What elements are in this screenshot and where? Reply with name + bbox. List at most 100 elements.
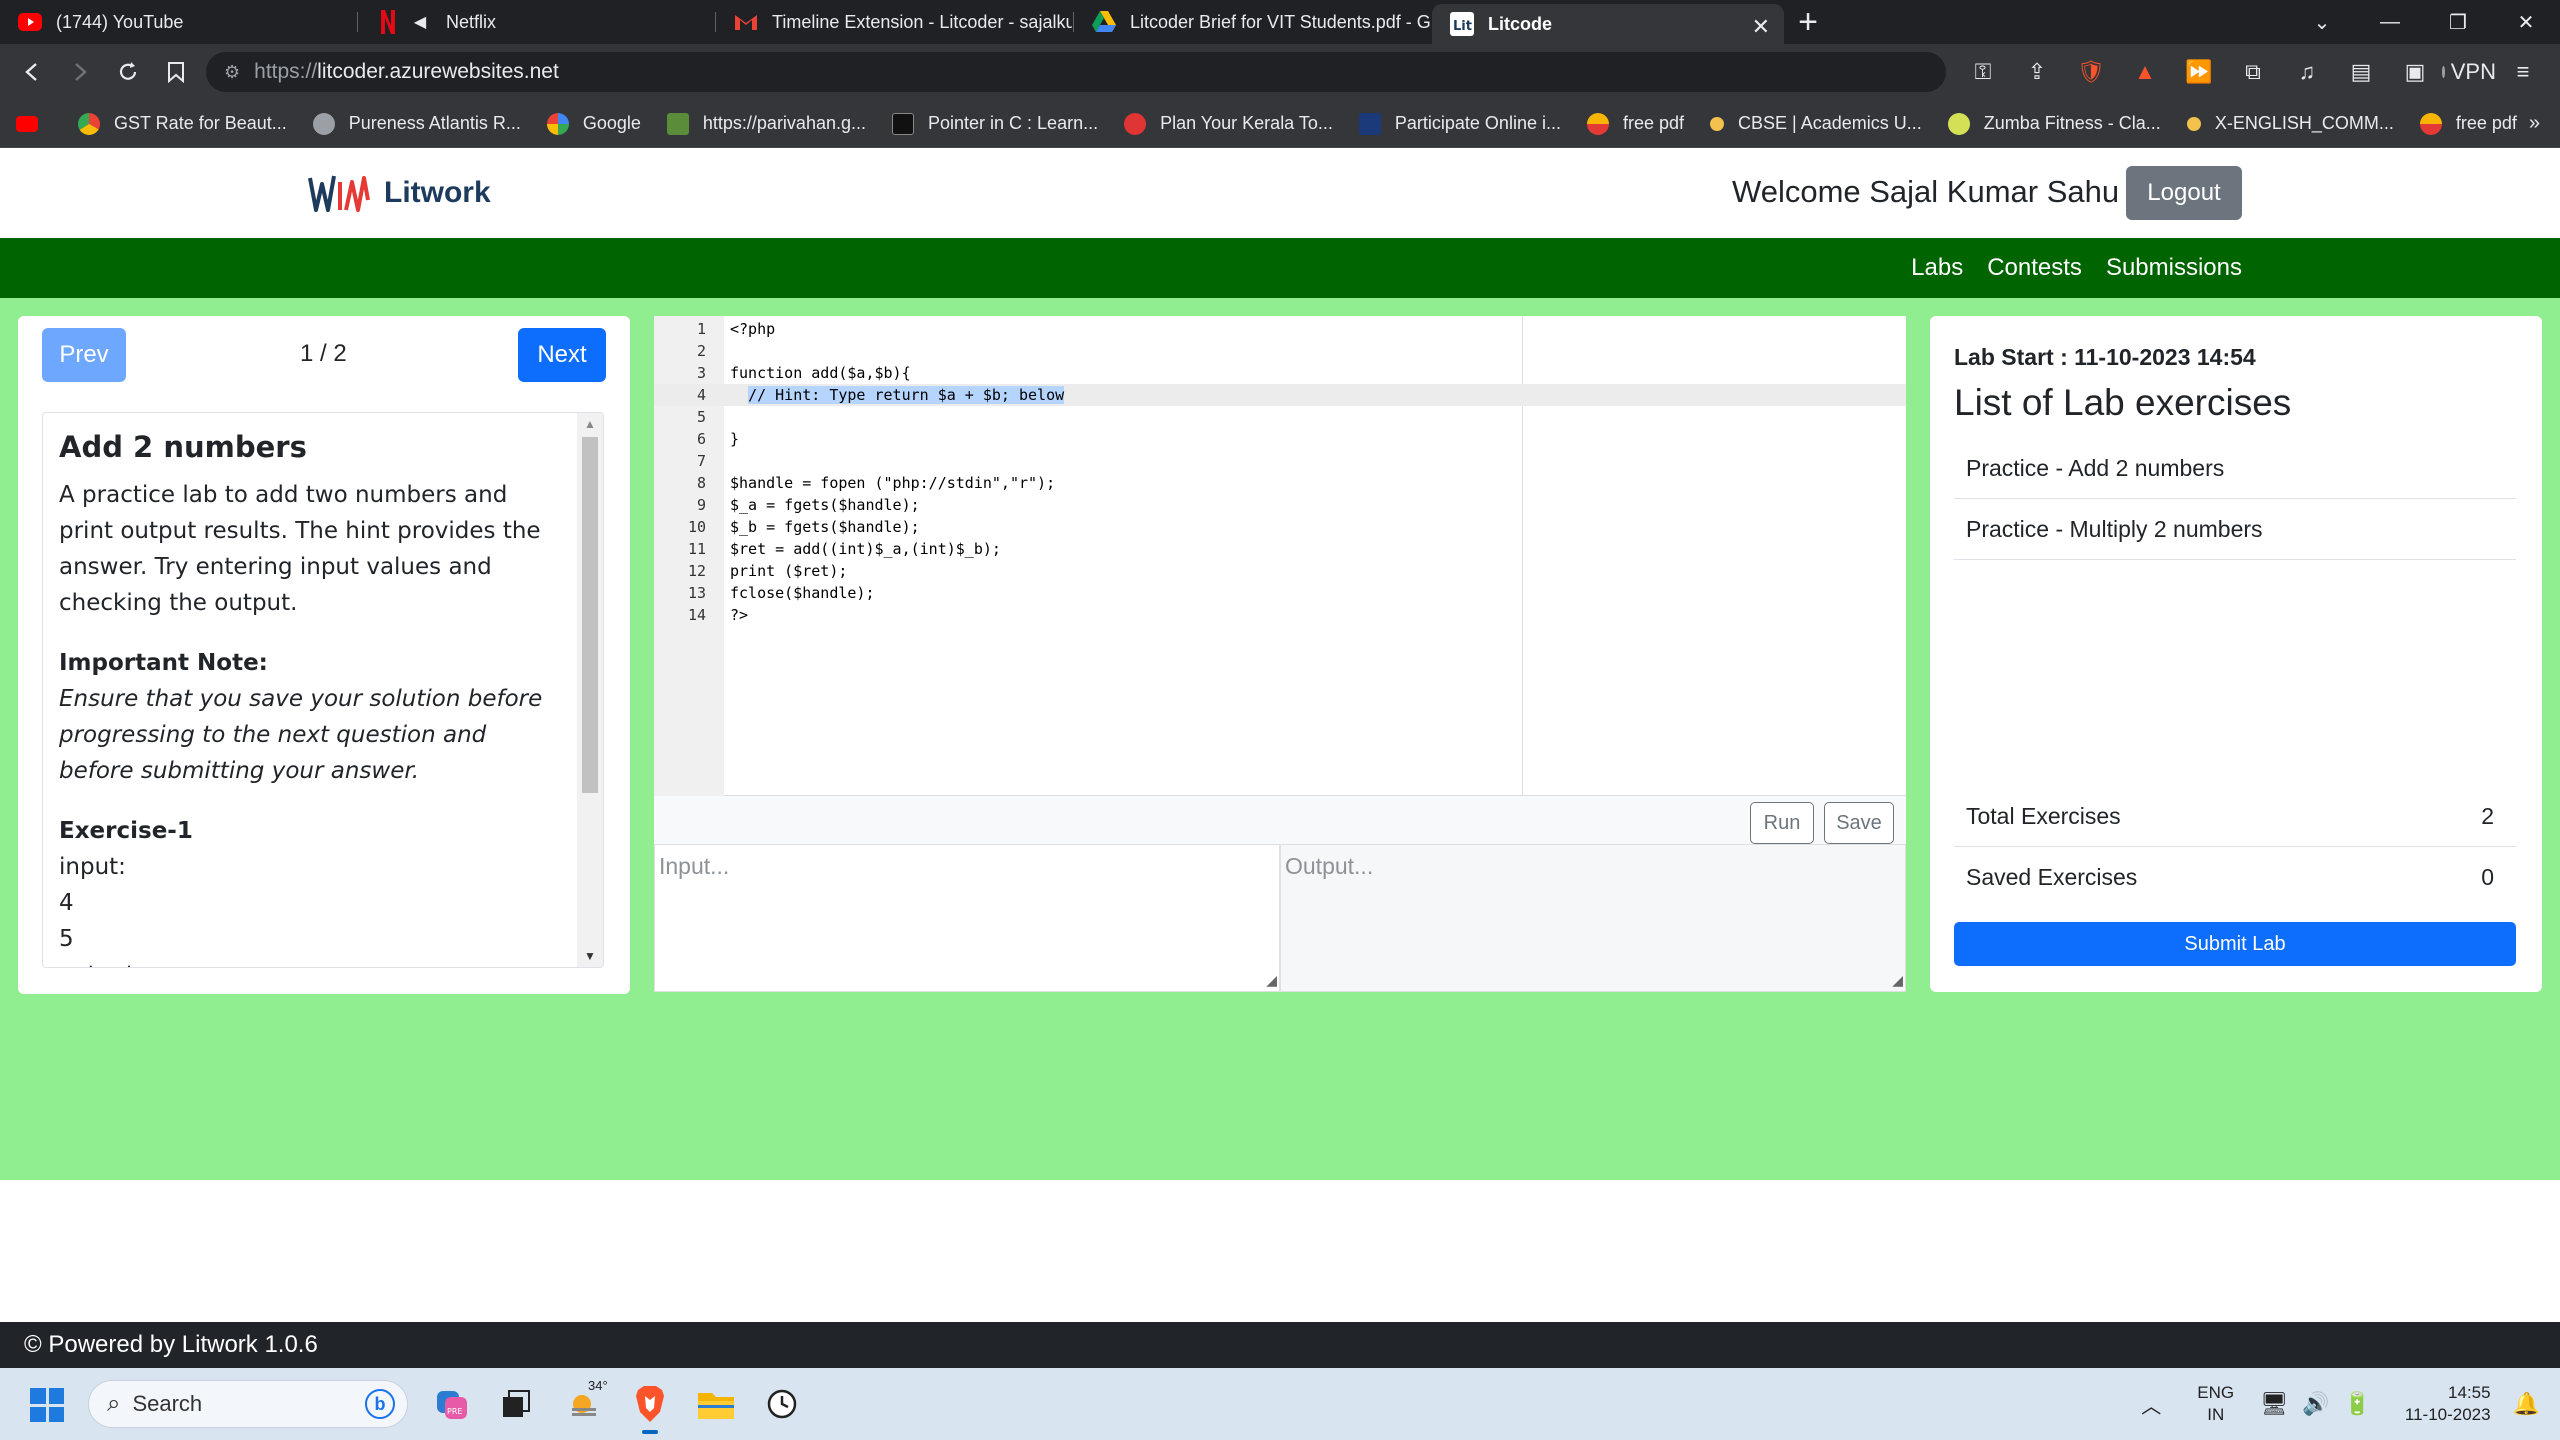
close-tab-icon[interactable]: ✕: [1752, 14, 1770, 40]
bookmark-item[interactable]: GST Rate for Beaut...: [78, 112, 287, 135]
save-button[interactable]: Save: [1824, 802, 1894, 844]
bookmark-item[interactable]: X-ENGLISH_COMM...: [2186, 113, 2394, 134]
speaker-icon[interactable]: ◀: [408, 10, 432, 34]
bing-icon[interactable]: b: [365, 1389, 395, 1419]
problem-description[interactable]: Add 2 numbers A practice lab to add two …: [42, 412, 604, 968]
submit-lab-button[interactable]: Submit Lab: [1954, 922, 2516, 966]
bookmark-youtube[interactable]: [16, 115, 52, 132]
resize-handle-icon[interactable]: ◢: [1892, 972, 1903, 989]
share-icon[interactable]: ⇪: [2010, 59, 2064, 85]
bookmark-item[interactable]: Zumba Fitness - Cla...: [1947, 112, 2161, 135]
exercise-item-multiply[interactable]: Practice - Multiply 2 numbers: [1954, 499, 2516, 560]
code-line[interactable]: 6}: [654, 428, 1906, 450]
media-icon[interactable]: ♫: [2280, 59, 2334, 85]
weather-icon[interactable]: 34°: [564, 1378, 608, 1424]
code-line[interactable]: 5: [654, 406, 1906, 428]
minimize-icon[interactable]: —: [2356, 11, 2424, 34]
tab-gmail[interactable]: Timeline Extension - Litcoder - sajalku: [716, 0, 1074, 44]
code-line[interactable]: 14 ?>: [654, 604, 1906, 626]
tray-overflow-chevron-icon[interactable]: ︿: [2141, 1390, 2161, 1419]
task-view-icon[interactable]: [496, 1384, 536, 1424]
nav-labs[interactable]: Labs: [1911, 254, 1963, 282]
code-line[interactable]: 4 // Hint: Type return $a + $b; below: [654, 384, 1906, 406]
resize-handle-icon[interactable]: ◢: [1266, 972, 1277, 989]
line-number: 9: [696, 496, 706, 514]
url-input[interactable]: ⚙ https:// litcoder.azurewebsites.net: [206, 52, 1946, 92]
key-icon[interactable]: ⚿: [1956, 59, 2010, 85]
run-button[interactable]: Run: [1750, 802, 1814, 844]
bookmark-label: free pdf: [1622, 113, 1685, 133]
bookmark-item[interactable]: Pointer in C : Learn...: [892, 112, 1098, 135]
description-scrollbar[interactable]: ▲ ▼: [577, 413, 603, 967]
code-editor[interactable]: 1 <?php 2 3 function add($a,$b){4 // Hint: T…: [654, 316, 1906, 796]
code-line[interactable]: 1 <?php: [654, 318, 1906, 340]
litwork-logo[interactable]: Litwork: [306, 170, 491, 216]
tab-google-drive[interactable]: Litcoder Brief for VIT Students.pdf - Gc: [1074, 0, 1432, 44]
taskbar-search[interactable]: ⌕ Search b: [88, 1380, 408, 1428]
new-tab-button[interactable]: +: [1784, 0, 1832, 44]
code-line[interactable]: 3 function add($a,$b){: [654, 362, 1906, 384]
taskbar-clock[interactable]: 14:55 11-10-2023: [2405, 1382, 2491, 1426]
restore-icon[interactable]: ❐: [2424, 10, 2492, 35]
output-textarea[interactable]: Output... ◢: [1280, 844, 1906, 992]
forward-icon[interactable]: [56, 48, 104, 96]
next-button[interactable]: Next: [518, 328, 606, 382]
exercise-item-add[interactable]: Practice - Add 2 numbers: [1954, 438, 2516, 499]
site-settings-icon[interactable]: ⚙: [224, 62, 240, 83]
bookmark-item[interactable]: CBSE | Academics U...: [1710, 113, 1922, 134]
input-textarea[interactable]: Input... ◢: [654, 844, 1280, 992]
scroll-down-icon[interactable]: ▼: [584, 949, 596, 963]
windows-start-icon[interactable]: [30, 1388, 64, 1422]
reload-icon[interactable]: [104, 48, 152, 96]
wallet-icon[interactable]: ▣: [2388, 59, 2442, 85]
clock-app-icon[interactable]: [762, 1384, 802, 1424]
sidebar-icon[interactable]: ▤: [2334, 59, 2388, 85]
bookmark-item[interactable]: Google: [546, 112, 641, 135]
more-bookmarks-icon[interactable]: »: [2529, 112, 2540, 135]
nav-submissions[interactable]: Submissions: [2106, 254, 2242, 282]
code-text: $_a = fgets($handle);: [730, 496, 920, 514]
tab-youtube[interactable]: (1744) YouTube: [0, 0, 358, 44]
code-line[interactable]: 11 $ret = add((int)$_a,(int)$_b);: [654, 538, 1906, 560]
volume-icon[interactable]: 🔊: [2302, 1391, 2329, 1417]
battery-icon[interactable]: 🔋: [2343, 1391, 2370, 1417]
tab-search-chevron-icon[interactable]: ⌄: [2288, 10, 2356, 35]
bookmark-item[interactable]: free pdf: [2419, 112, 2517, 135]
code-line[interactable]: 13 fclose($handle);: [654, 582, 1906, 604]
tab-netflix[interactable]: ◀ Netflix: [358, 0, 716, 44]
language-indicator[interactable]: ENG IN: [2197, 1382, 2234, 1426]
cbse-icon: [1710, 116, 1725, 131]
code-line[interactable]: 8 $handle = fopen ("php://stdin","r");: [654, 472, 1906, 494]
back-icon[interactable]: [8, 48, 56, 96]
bookmark-item[interactable]: free pdf: [1586, 112, 1685, 135]
nav-contests[interactable]: Contests: [1987, 254, 2082, 282]
file-explorer-icon[interactable]: [696, 1384, 736, 1424]
tab-title: Litcode: [1488, 13, 1553, 34]
code-line[interactable]: 7: [654, 450, 1906, 472]
brave-shield-icon[interactable]: 🛡: [2064, 59, 2118, 85]
bookmark-item[interactable]: Plan Your Kerala To...: [1124, 112, 1333, 135]
bookmark-item[interactable]: Pureness Atlantis R...: [312, 112, 521, 135]
extensions-icon[interactable]: ⧉: [2226, 59, 2280, 85]
network-icon[interactable]: 🖥: [2260, 1391, 2288, 1417]
tab-litcode[interactable]: Lit Litcode ✕: [1432, 4, 1784, 44]
prev-button[interactable]: Prev: [42, 328, 126, 382]
scroll-thumb[interactable]: [582, 437, 598, 793]
code-line[interactable]: 12 print ($ret);: [654, 560, 1906, 582]
bookmark-item[interactable]: https://parivahan.g...: [666, 112, 866, 135]
notification-bell-icon[interactable]: 🔔: [2513, 1391, 2540, 1417]
vpn-button[interactable]: VPN: [2442, 59, 2496, 85]
bookmark-item[interactable]: Participate Online i...: [1358, 112, 1561, 135]
copilot-icon[interactable]: PRE: [432, 1384, 472, 1424]
bookmark-icon[interactable]: [152, 48, 200, 96]
speedreader-icon[interactable]: ⏩: [2172, 59, 2226, 85]
brave-rewards-icon[interactable]: ▲: [2118, 59, 2172, 85]
logout-button[interactable]: Logout: [2126, 166, 2242, 220]
code-line[interactable]: 10 $_b = fgets($handle);: [654, 516, 1906, 538]
code-line[interactable]: 2: [654, 340, 1906, 362]
brave-browser-icon[interactable]: [630, 1384, 670, 1434]
code-line[interactable]: 9 $_a = fgets($handle);: [654, 494, 1906, 516]
scroll-up-icon[interactable]: ▲: [584, 417, 596, 431]
close-window-icon[interactable]: ✕: [2492, 10, 2560, 35]
menu-icon[interactable]: ≡: [2496, 59, 2550, 85]
